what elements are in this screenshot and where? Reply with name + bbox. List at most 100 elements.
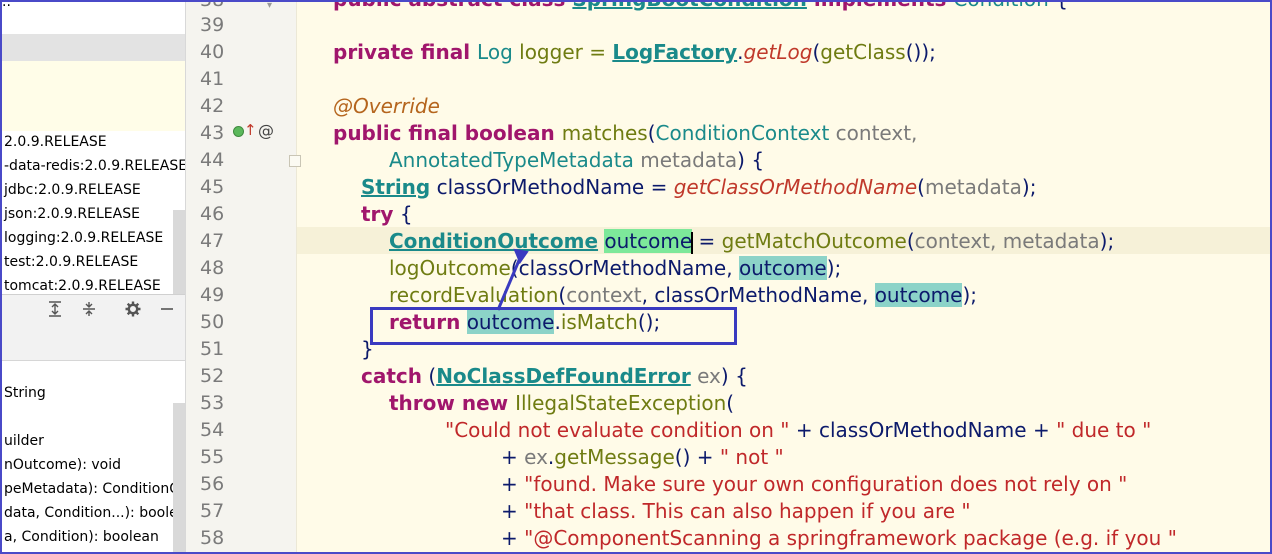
line-number: 55 (200, 446, 225, 468)
line-number: 45 (200, 176, 225, 198)
expand-all-icon[interactable] (44, 298, 66, 320)
line-number: 46 (200, 203, 225, 225)
code-token: getClassOrMethodName (673, 175, 918, 199)
selected-row[interactable] (2, 34, 185, 61)
code-token: getLog (743, 40, 813, 64)
code-line-43: public final boolean matches(ConditionCo… (333, 120, 917, 147)
code-token: public abstract class (333, 0, 572, 11)
annotation-at-icon[interactable]: @ (258, 121, 274, 141)
structure-item[interactable]: data, Condition...): boole (4, 501, 178, 525)
code-token: ( (917, 175, 925, 199)
code-line-58: + "@ComponentScanning a springframework … (501, 525, 1177, 552)
line-number: 39 (200, 14, 225, 36)
structure-item[interactable]: peMetadata): ConditionO (4, 477, 180, 501)
code-token: ); (962, 283, 978, 307)
library-item[interactable]: 2.0.9.RELEASE (4, 131, 107, 153)
code-editor[interactable]: public abstract class SpringBootConditio… (297, 0, 1270, 554)
code-token: ); (1021, 175, 1037, 199)
code-token: "@ComponentScanning a springframework pa… (524, 526, 1177, 550)
code-token: try (361, 202, 394, 226)
code-line-48: logOutcome(classOrMethodName, outcome); (389, 255, 841, 282)
code-token: " due to " (1056, 418, 1152, 442)
code-token: catch (361, 364, 423, 388)
code-token: ); (1099, 229, 1115, 253)
code-line-44: AnnotatedTypeMetadata metadata) { (389, 147, 764, 174)
code-token: recordEvaluation (389, 283, 559, 307)
line-number: 44 (200, 149, 225, 171)
library-item[interactable]: logging:2.0.9.RELEASE (4, 227, 163, 249)
line-number-gutter: 38 39 40 41 42 43 44 45 46 47 48 49 50 5… (186, 0, 296, 554)
gear-icon[interactable] (122, 298, 144, 320)
code-token: "found. Make sure your own configuration… (524, 472, 1128, 496)
library-item[interactable]: test:2.0.9.RELEASE (4, 251, 138, 273)
structure-item[interactable]: a, Condition): boolean (4, 525, 159, 549)
code-line-38: public abstract class SpringBootConditio… (333, 0, 1068, 13)
code-line-53: throw new IllegalStateException( (389, 390, 734, 417)
code-token: Condition (953, 0, 1048, 11)
code-token: + (501, 499, 525, 523)
line-number: 47 (200, 230, 225, 252)
code-token: + (501, 472, 525, 496)
code-token: classOrMethodName = (430, 175, 674, 199)
project-panel: .. 2.0.9.RELEASE -data-redis:2.0.9.RELEA… (2, 0, 185, 554)
line-number: 40 (200, 41, 225, 63)
structure-item[interactable]: uilder (4, 429, 44, 453)
code-token: (classOrMethodName, (510, 256, 739, 280)
code-token: ( (422, 364, 437, 388)
code-token: context (566, 283, 642, 307)
line-number: 48 (200, 257, 225, 279)
structure-header (2, 325, 185, 361)
code-token: getMatchOutcome (721, 229, 907, 253)
line-number: 58 (200, 527, 225, 549)
code-token: ConditionContext (655, 121, 830, 145)
code-token: LogFactory (612, 40, 738, 64)
code-token: SpringBootCondition (572, 0, 807, 11)
code-line-40: private final Log logger = LogFactory.ge… (333, 39, 936, 66)
structure-item[interactable]: String (4, 381, 46, 405)
code-token: "that class. This can also happen if you… (524, 499, 971, 523)
annotation-box (370, 307, 737, 345)
code-token: () + (674, 445, 720, 469)
implementations-icon[interactable] (233, 126, 244, 137)
code-token: ( (647, 121, 656, 145)
code-token: getMessage (554, 445, 675, 469)
code-token: private final (333, 40, 478, 64)
panel-empty-area (2, 61, 185, 131)
minimize-icon[interactable] (156, 298, 178, 320)
line-number: 57 (200, 500, 225, 522)
code-token: = (692, 229, 722, 253)
code-token: { (1049, 0, 1068, 11)
code-token: AnnotatedTypeMetadata (389, 148, 634, 172)
line-number: 42 (200, 95, 225, 117)
code-token: logger = (512, 40, 613, 64)
library-scrollbar[interactable] (173, 210, 185, 294)
code-token: "Could not evaluate condition on " (445, 418, 790, 442)
code-token: IllegalStateException (515, 391, 727, 415)
variable-highlight: outcome (604, 229, 693, 253)
code-token: throw new (389, 391, 516, 415)
code-line-57: + "that class. This can also happen if y… (501, 498, 971, 525)
code-token: ex (524, 445, 548, 469)
code-token: ex (690, 364, 721, 388)
library-item[interactable]: jdbc:2.0.9.RELEASE (4, 179, 141, 201)
code-token: public final boolean (333, 121, 562, 145)
code-line-49: recordEvaluation(context, classOrMethodN… (389, 282, 977, 309)
structure-item[interactable]: nOutcome): void (4, 453, 121, 477)
library-item[interactable]: json:2.0.9.RELEASE (4, 203, 140, 225)
override-up-arrow-icon[interactable]: ↑ (244, 121, 257, 139)
code-token: context, metadata (914, 229, 1100, 253)
library-item[interactable]: -data-redis:2.0.9.RELEASE (4, 155, 185, 177)
code-line-46: try { (361, 201, 413, 228)
code-token: ( (906, 229, 915, 253)
line-number: 53 (200, 392, 225, 414)
line-number: 56 (200, 473, 225, 495)
code-token: Log (477, 40, 513, 64)
line-number: 50 (200, 311, 225, 333)
collapse-all-icon[interactable] (78, 298, 100, 320)
code-token: + (501, 526, 525, 550)
code-token: logOutcome (389, 256, 511, 280)
structure-scrollbar[interactable] (173, 403, 185, 554)
code-token: ) { (720, 364, 748, 388)
line-number: 54 (200, 419, 225, 441)
fold-arrow-icon[interactable]: ▾ (267, 0, 279, 12)
